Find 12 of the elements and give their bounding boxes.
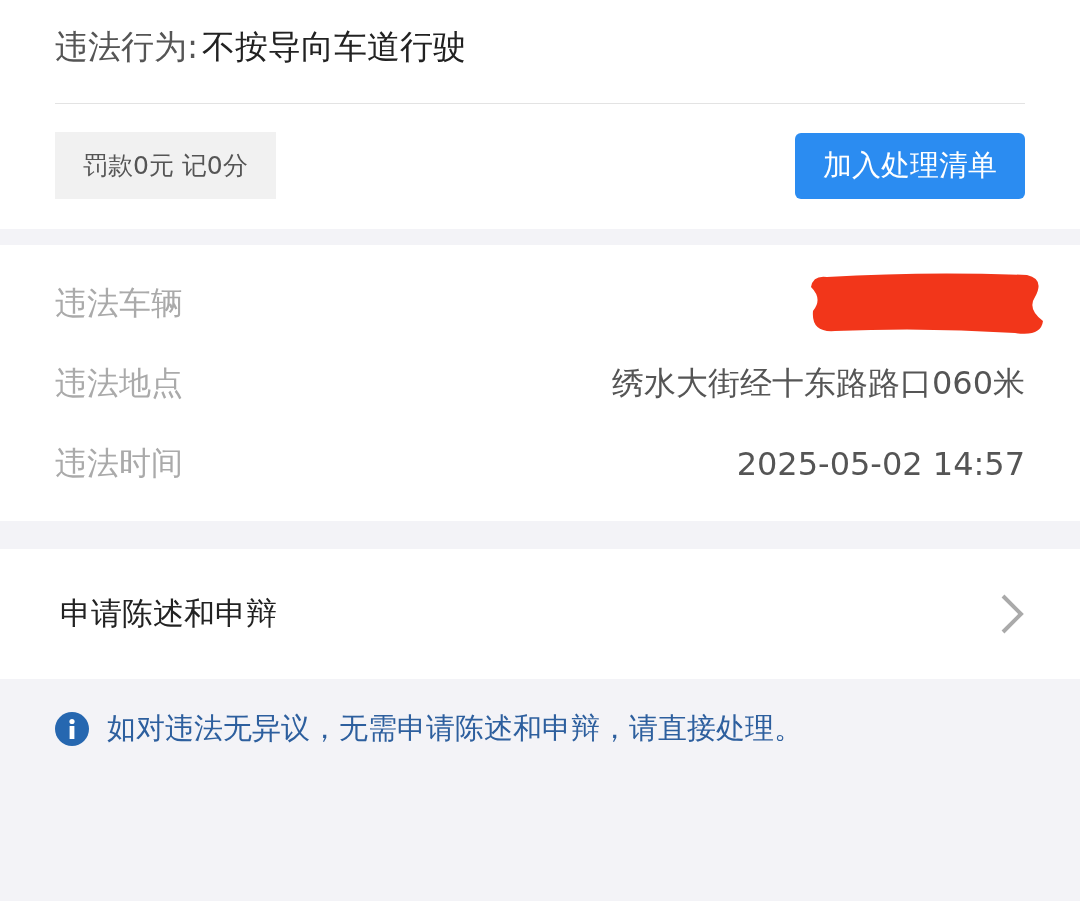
violation-label: 违法行为: <box>55 25 199 68</box>
chevron-right-icon <box>999 593 1025 635</box>
info-icon <box>55 712 89 746</box>
penalty-tag: 罚款0元 记0分 <box>55 132 276 199</box>
notice-text: 如对违法无异议，无需申请陈述和申辩，请直接处理。 <box>107 710 803 747</box>
detail-label: 违法车辆 <box>55 283 183 324</box>
detail-label: 违法时间 <box>55 443 183 484</box>
detail-value: 2025-05-02 14:57 <box>736 445 1025 483</box>
detail-label: 违法地点 <box>55 363 183 404</box>
appeal-row[interactable]: 申请陈述和申辩 <box>0 549 1080 679</box>
violation-value: 不按导向车道行驶 <box>202 25 467 68</box>
detail-value: 绣水大街经十东路路口060米 <box>611 363 1025 404</box>
